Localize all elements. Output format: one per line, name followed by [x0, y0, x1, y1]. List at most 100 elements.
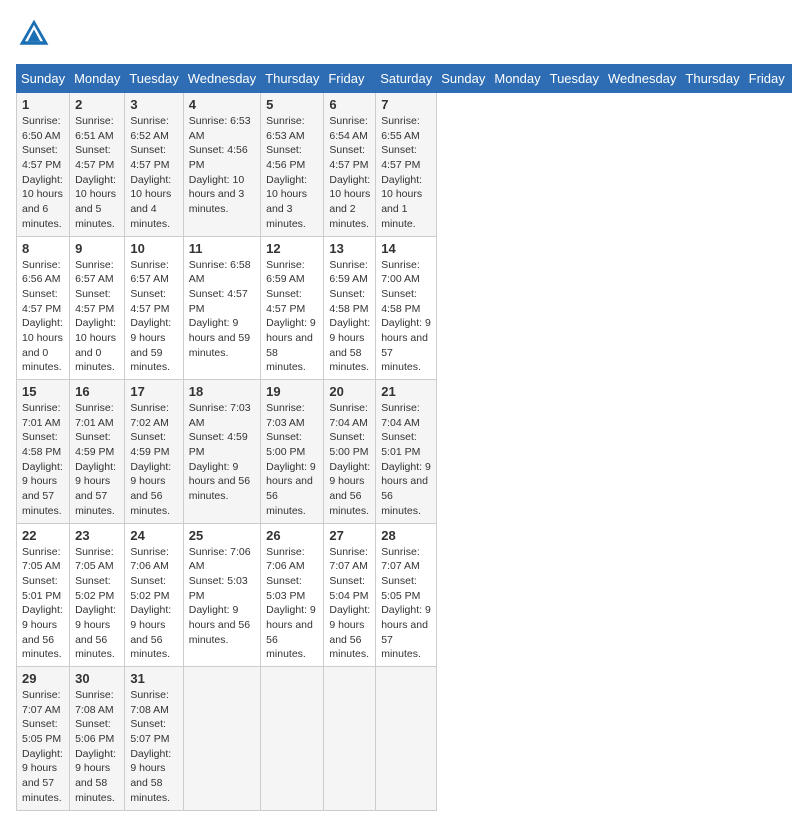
header-friday: Friday [744, 65, 789, 93]
day-number: 31 [130, 671, 177, 686]
calendar-day-cell: 23 Sunrise: 7:05 AMSunset: 5:02 PMDayligh… [70, 523, 125, 667]
day-info: Sunrise: 7:01 AMSunset: 4:59 PMDaylight:… [75, 401, 119, 519]
day-number: 16 [75, 384, 119, 399]
day-info: Sunrise: 7:08 AMSunset: 5:06 PMDaylight:… [75, 688, 119, 806]
calendar-week-row: 8 Sunrise: 6:56 AMSunset: 4:57 PMDaylight… [17, 236, 792, 380]
calendar-day-cell: 29Sunrise: 7:07 AMSunset: 5:05 PMDayligh… [17, 667, 70, 811]
day-info: Sunrise: 7:01 AMSunset: 4:58 PMDaylight:… [22, 401, 64, 519]
day-number: 11 [189, 241, 255, 256]
calendar-day-cell: 20Sunrise: 7:04 AMSunset: 5:00 PMDayligh… [324, 380, 376, 524]
day-info: Sunrise: 6:52 AMSunset: 4:57 PMDaylight:… [130, 114, 177, 232]
calendar-day-cell: 31 Sunrise: 7:08 AMSunset: 5:07 PMDayligh… [125, 667, 183, 811]
calendar-day-cell: 13 Sunrise: 6:59 AMSunset: 4:58 PMDayligh… [324, 236, 376, 380]
day-number: 1 [22, 97, 64, 112]
day-number: 21 [381, 384, 431, 399]
day-number: 24 [130, 528, 177, 543]
calendar-day-cell: 3 Sunrise: 6:52 AMSunset: 4:57 PMDaylight… [125, 93, 183, 237]
calendar-day-cell: 4 Sunrise: 6:53 AMSunset: 4:56 PMDaylight… [183, 93, 260, 237]
day-info: Sunrise: 6:54 AMSunset: 4:57 PMDaylight:… [329, 114, 370, 232]
calendar-day-cell: 8 Sunrise: 6:56 AMSunset: 4:57 PMDaylight… [17, 236, 70, 380]
calendar-day-cell: 22Sunrise: 7:05 AMSunset: 5:01 PMDayligh… [17, 523, 70, 667]
day-number: 3 [130, 97, 177, 112]
day-number: 18 [189, 384, 255, 399]
header-wednesday: Wednesday [604, 65, 681, 93]
day-info: Sunrise: 6:50 AMSunset: 4:57 PMDaylight:… [22, 114, 64, 232]
calendar-day-cell: 5Sunrise: 6:53 AMSunset: 4:56 PMDaylight… [261, 93, 324, 237]
calendar-day-cell: 18 Sunrise: 7:03 AMSunset: 4:59 PMDayligh… [183, 380, 260, 524]
day-info: Sunrise: 6:53 AMSunset: 4:56 PMDaylight:… [189, 114, 255, 217]
day-number: 5 [266, 97, 318, 112]
header-thursday: Thursday [261, 65, 324, 93]
day-info: Sunrise: 6:51 AMSunset: 4:57 PMDaylight:… [75, 114, 119, 232]
calendar-table: SundayMondayTuesdayWednesdayThursdayFrid… [16, 64, 792, 811]
calendar-week-row: 22Sunrise: 7:05 AMSunset: 5:01 PMDayligh… [17, 523, 792, 667]
calendar-day-cell: 21 Sunrise: 7:04 AMSunset: 5:01 PMDayligh… [376, 380, 437, 524]
calendar-day-cell: 26Sunrise: 7:06 AMSunset: 5:03 PMDayligh… [261, 523, 324, 667]
header-sunday: Sunday [437, 65, 490, 93]
day-number: 10 [130, 241, 177, 256]
calendar-day-cell: 9 Sunrise: 6:57 AMSunset: 4:57 PMDaylight… [70, 236, 125, 380]
day-info: Sunrise: 7:07 AMSunset: 5:05 PMDaylight:… [22, 688, 64, 806]
calendar-day-cell: 6 Sunrise: 6:54 AMSunset: 4:57 PMDaylight… [324, 93, 376, 237]
day-info: Sunrise: 6:57 AMSunset: 4:57 PMDaylight:… [75, 258, 119, 376]
header-friday: Friday [324, 65, 376, 93]
day-info: Sunrise: 7:06 AMSunset: 5:03 PMDaylight:… [266, 545, 318, 663]
day-number: 4 [189, 97, 255, 112]
day-number: 8 [22, 241, 64, 256]
day-number: 19 [266, 384, 318, 399]
day-info: Sunrise: 7:00 AMSunset: 4:58 PMDaylight:… [381, 258, 431, 376]
day-info: Sunrise: 7:05 AMSunset: 5:01 PMDaylight:… [22, 545, 64, 663]
day-number: 13 [329, 241, 370, 256]
header-tuesday: Tuesday [125, 65, 183, 93]
calendar-day-cell: 1 Sunrise: 6:50 AMSunset: 4:57 PMDaylight… [17, 93, 70, 237]
header-monday: Monday [490, 65, 545, 93]
day-info: Sunrise: 7:08 AMSunset: 5:07 PMDaylight:… [130, 688, 177, 806]
day-info: Sunrise: 6:58 AMSunset: 4:57 PMDaylight:… [189, 258, 255, 361]
day-number: 6 [329, 97, 370, 112]
calendar-day-cell: 16 Sunrise: 7:01 AMSunset: 4:59 PMDayligh… [70, 380, 125, 524]
day-info: Sunrise: 7:05 AMSunset: 5:02 PMDaylight:… [75, 545, 119, 663]
calendar-day-cell: 14Sunrise: 7:00 AMSunset: 4:58 PMDayligh… [376, 236, 437, 380]
calendar-day-cell: 30 Sunrise: 7:08 AMSunset: 5:06 PMDayligh… [70, 667, 125, 811]
header-tuesday: Tuesday [545, 65, 603, 93]
calendar-day-cell: 24 Sunrise: 7:06 AMSunset: 5:02 PMDayligh… [125, 523, 183, 667]
day-number: 12 [266, 241, 318, 256]
day-number: 25 [189, 528, 255, 543]
day-info: Sunrise: 7:07 AMSunset: 5:04 PMDaylight:… [329, 545, 370, 663]
calendar-week-row: 29Sunrise: 7:07 AMSunset: 5:05 PMDayligh… [17, 667, 792, 811]
header-thursday: Thursday [681, 65, 744, 93]
day-info: Sunrise: 7:06 AMSunset: 5:02 PMDaylight:… [130, 545, 177, 663]
day-info: Sunrise: 7:07 AMSunset: 5:05 PMDaylight:… [381, 545, 431, 663]
calendar-day-cell: 2Sunrise: 6:51 AMSunset: 4:57 PMDaylight… [70, 93, 125, 237]
calendar-week-row: 1 Sunrise: 6:50 AMSunset: 4:57 PMDaylight… [17, 93, 792, 237]
calendar-day-cell [183, 667, 260, 811]
logo-icon [16, 16, 52, 52]
day-info: Sunrise: 7:04 AMSunset: 5:01 PMDaylight:… [381, 401, 431, 519]
calendar-day-cell: 10 Sunrise: 6:57 AMSunset: 4:57 PMDayligh… [125, 236, 183, 380]
day-info: Sunrise: 6:56 AMSunset: 4:57 PMDaylight:… [22, 258, 64, 376]
header-monday: Monday [70, 65, 125, 93]
calendar-day-cell: 28 Sunrise: 7:07 AMSunset: 5:05 PMDayligh… [376, 523, 437, 667]
logo [16, 16, 56, 52]
day-number: 30 [75, 671, 119, 686]
day-info: Sunrise: 6:55 AMSunset: 4:57 PMDaylight:… [381, 114, 431, 232]
calendar-week-row: 15Sunrise: 7:01 AMSunset: 4:58 PMDayligh… [17, 380, 792, 524]
day-number: 9 [75, 241, 119, 256]
day-info: Sunrise: 6:57 AMSunset: 4:57 PMDaylight:… [130, 258, 177, 376]
calendar-day-cell: 25 Sunrise: 7:06 AMSunset: 5:03 PMDayligh… [183, 523, 260, 667]
day-number: 23 [75, 528, 119, 543]
header-sunday: Sunday [17, 65, 70, 93]
day-number: 17 [130, 384, 177, 399]
day-info: Sunrise: 7:06 AMSunset: 5:03 PMDaylight:… [189, 545, 255, 648]
day-number: 20 [329, 384, 370, 399]
day-info: Sunrise: 7:02 AMSunset: 4:59 PMDaylight:… [130, 401, 177, 519]
calendar-day-cell: 17 Sunrise: 7:02 AMSunset: 4:59 PMDayligh… [125, 380, 183, 524]
calendar-day-cell: 19Sunrise: 7:03 AMSunset: 5:00 PMDayligh… [261, 380, 324, 524]
day-info: Sunrise: 6:59 AMSunset: 4:58 PMDaylight:… [329, 258, 370, 376]
calendar-day-cell: 12Sunrise: 6:59 AMSunset: 4:57 PMDayligh… [261, 236, 324, 380]
day-number: 27 [329, 528, 370, 543]
calendar-day-cell: 15Sunrise: 7:01 AMSunset: 4:58 PMDayligh… [17, 380, 70, 524]
day-info: Sunrise: 7:03 AMSunset: 4:59 PMDaylight:… [189, 401, 255, 504]
day-number: 28 [381, 528, 431, 543]
calendar-day-cell [261, 667, 324, 811]
